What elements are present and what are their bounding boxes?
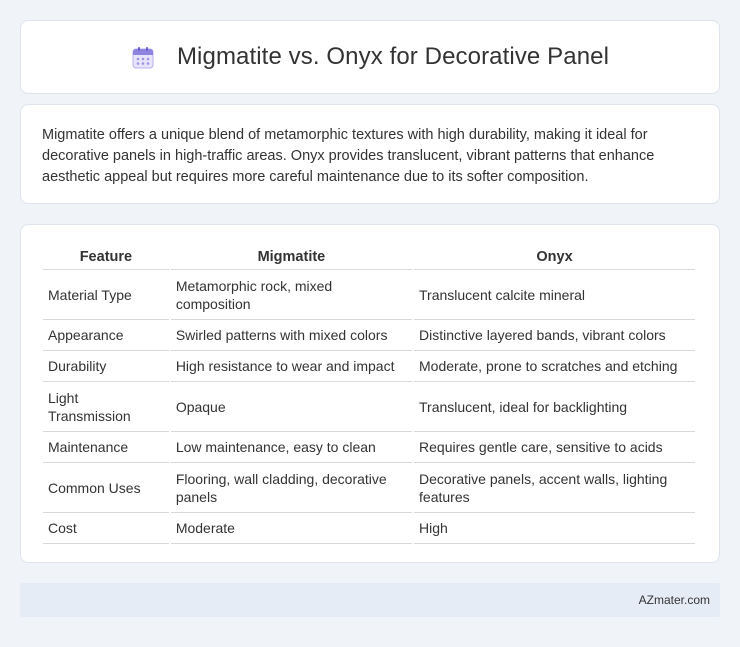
intro-card: Migmatite offers a unique blend of metam… [20, 104, 720, 204]
cell-onyx: Translucent calcite mineral [414, 270, 695, 320]
page-title: Migmatite vs. Onyx for Decorative Panel [176, 43, 610, 70]
cell-onyx: Decorative panels, accent walls, lightin… [414, 463, 695, 513]
table-row: Light Transmission Opaque Translucent, i… [43, 382, 695, 432]
table-row: Cost Moderate High [43, 513, 695, 544]
table-row: Maintenance Low maintenance, easy to cle… [43, 432, 695, 463]
cell-migmatite: Metamorphic rock, mixed composition [170, 270, 413, 320]
cell-migmatite: Low maintenance, easy to clean [170, 432, 413, 463]
table-header-row: Feature Migmatite Onyx [43, 246, 695, 270]
table-row: Appearance Swirled patterns with mixed c… [43, 320, 695, 351]
intro-paragraph: Migmatite offers a unique blend of metam… [42, 127, 655, 185]
title-card: Migmatite vs. Onyx for Decorative Panel [20, 20, 720, 94]
footer-bar: AZmater.com [20, 583, 720, 617]
table-row: Material Type Metamorphic rock, mixed co… [43, 270, 695, 320]
table-row: Common Uses Flooring, wall cladding, dec… [43, 463, 695, 513]
cell-migmatite: Moderate [170, 513, 413, 544]
header-migmatite: Migmatite [170, 246, 413, 270]
cell-feature: Cost [43, 513, 169, 544]
cell-onyx: High [414, 513, 695, 544]
cell-feature: Light Transmission [43, 382, 169, 432]
table-row: Durability High resistance to wear and i… [43, 351, 695, 382]
cell-feature: Maintenance [43, 432, 169, 463]
comparison-table: Feature Migmatite Onyx Material Type Met… [41, 246, 697, 544]
cell-migmatite: Flooring, wall cladding, decorative pane… [170, 463, 413, 513]
cell-onyx: Requires gentle care, sensitive to acids [414, 432, 695, 463]
header-feature: Feature [43, 246, 169, 270]
footer-site-name: AZmater.com [638, 593, 710, 607]
cell-migmatite: Swirled patterns with mixed colors [170, 320, 413, 351]
header-onyx: Onyx [414, 246, 695, 270]
cell-feature: Appearance [43, 320, 169, 351]
comparison-card: Feature Migmatite Onyx Material Type Met… [20, 224, 720, 563]
calendar-icon [131, 46, 155, 70]
cell-feature: Common Uses [43, 463, 169, 513]
cell-feature: Durability [43, 351, 169, 382]
cell-onyx: Moderate, prone to scratches and etching [414, 351, 695, 382]
cell-onyx: Translucent, ideal for backlighting [414, 382, 695, 432]
cell-migmatite: High resistance to wear and impact [170, 351, 413, 382]
cell-migmatite: Opaque [170, 382, 413, 432]
cell-onyx: Distinctive layered bands, vibrant color… [414, 320, 695, 351]
cell-feature: Material Type [43, 270, 169, 320]
